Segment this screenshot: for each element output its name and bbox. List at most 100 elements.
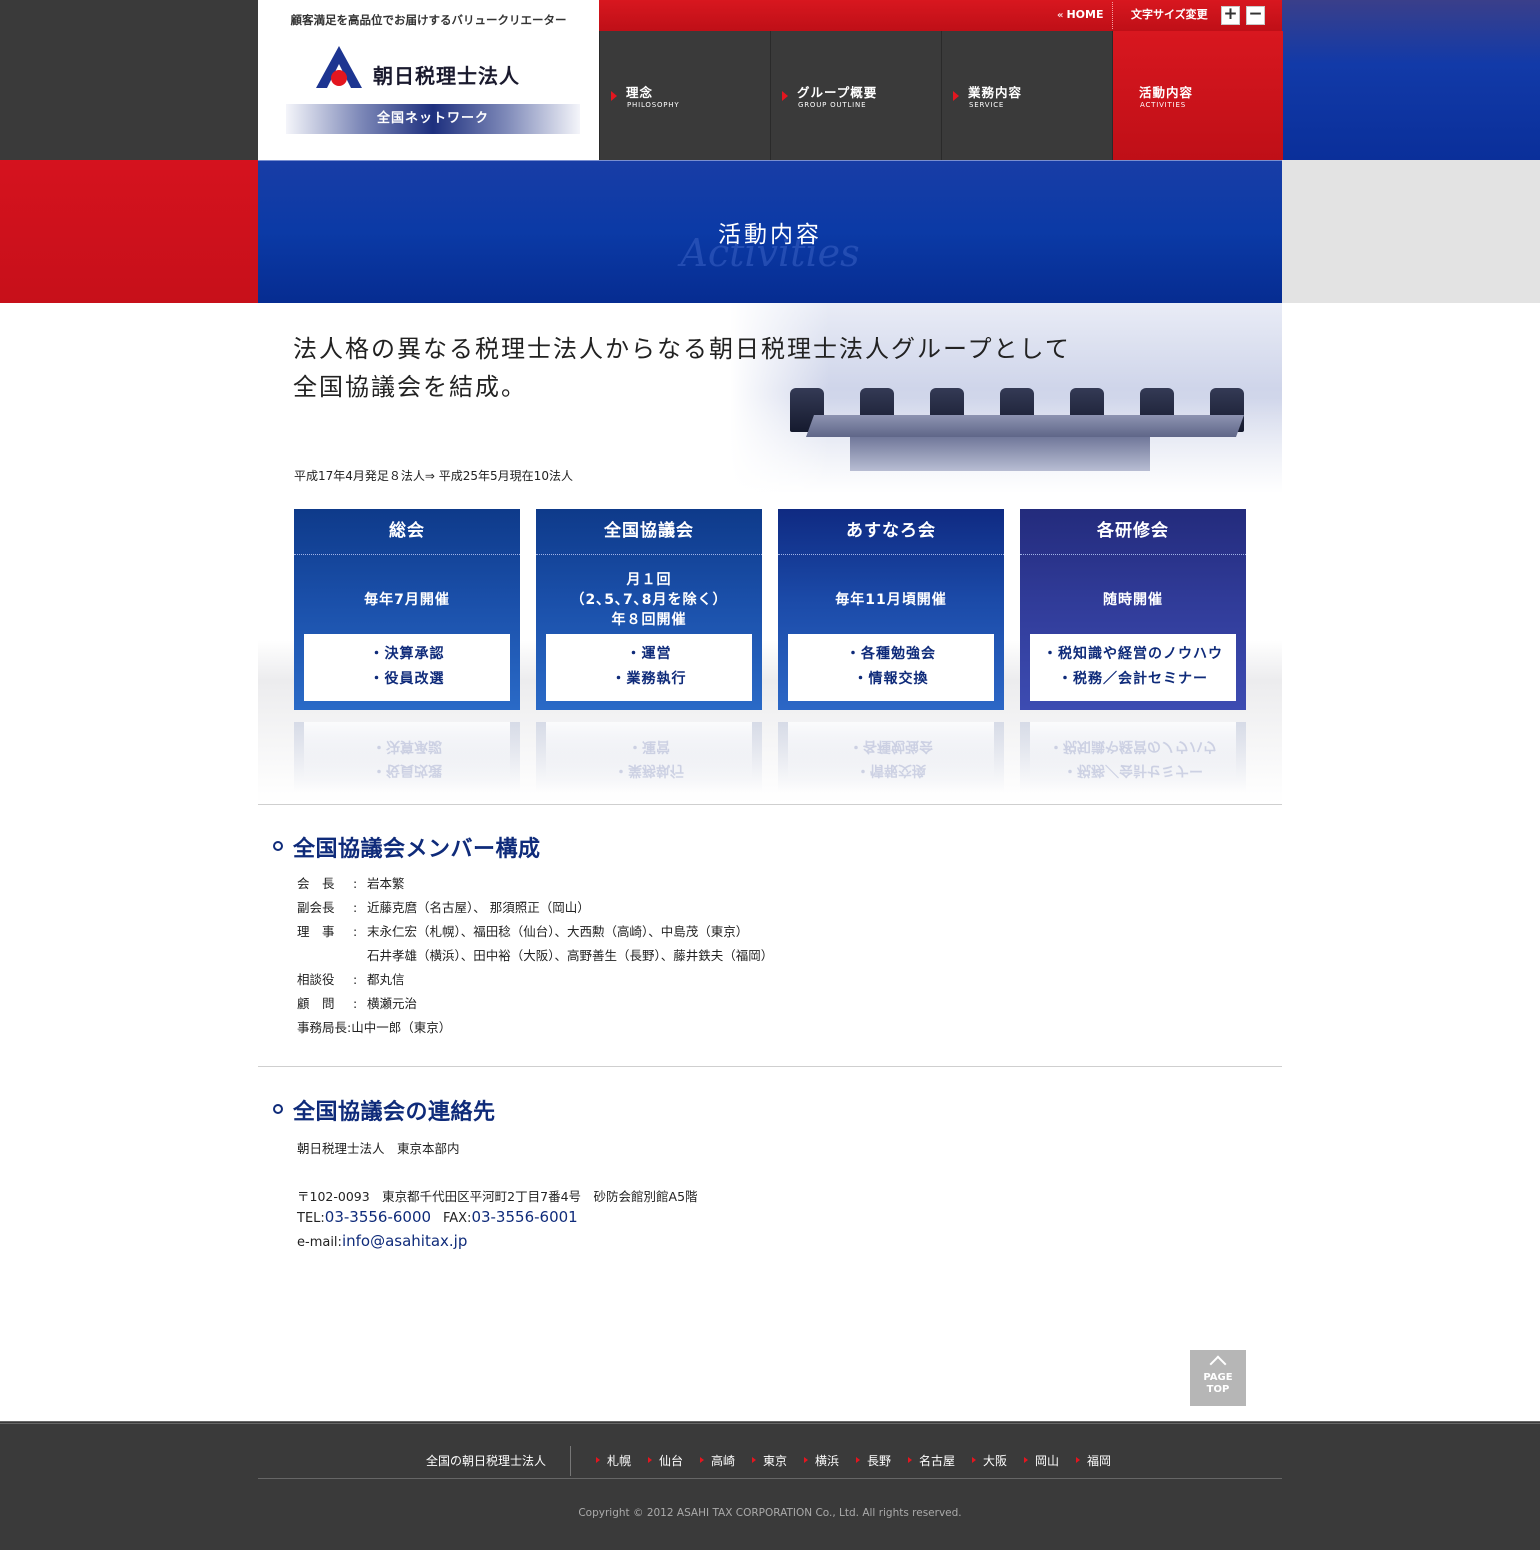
member-names: 山中一郎（東京）	[351, 1020, 452, 1035]
footer: 全国の朝日税理士法人 札幌 仙台 高崎 東京 横浜 長野 名古屋 大阪 岡山 福…	[0, 1421, 1540, 1550]
activity-block-asunaro: あすなろ会 毎年11月頃開催 ・各種勉強会 ・情報交換	[778, 509, 1004, 710]
intro-headline-line2: 全国協議会を結成。	[293, 373, 527, 401]
member-row: 石井孝雄（横浜）、田中裕（大阪）、高野善生（長野）、藤井鉄夫（福岡）	[297, 944, 773, 968]
member-role: 顧 問	[297, 996, 335, 1011]
block-schedule: 随時開催	[1103, 592, 1163, 608]
member-row: 副会長: 近藤克麿（名古屋）、 那須照正（岡山）	[297, 896, 590, 920]
member-names: 横瀬元治	[367, 996, 418, 1011]
footer-link-label: 札幌	[607, 1454, 632, 1468]
nav-item-activities[interactable]: 活動内容 ACTIVITIES	[1112, 31, 1283, 160]
nav-label: 理念	[626, 85, 654, 100]
email-link[interactable]: info@asahitax.jp	[342, 1232, 467, 1250]
block-reflection: ・税務／会計セミナー ・税知識や経営のノウハウ	[1020, 722, 1246, 792]
footer-link-label: 岡山	[1035, 1454, 1060, 1468]
reflection-text: ・税知識や経営のノウハウ	[1049, 738, 1217, 754]
section-divider	[258, 804, 1282, 805]
nav-item-group-outline[interactable]: グループ概要 GROUP OUTLINE	[770, 31, 941, 160]
nav-sublabel: ACTIVITIES	[1140, 101, 1186, 109]
block-schedule: 毎年7月開催	[364, 592, 450, 608]
circle-bullet-icon	[273, 1104, 283, 1114]
block-reflection: ・業務執行 ・運営	[536, 722, 762, 792]
network-label: 全国ネットワーク	[286, 104, 580, 134]
member-row: 理 事: 末永仁宏（札幌）、福田稔（仙台）、大西勲（高崎）、中島茂（東京）	[297, 920, 748, 944]
triangle-right-icon	[648, 1457, 652, 1463]
contact-email: e-mail:info@asahitax.jp	[297, 1232, 467, 1250]
footer-link-tokyo[interactable]: 東京	[752, 1452, 787, 1469]
activity-block-seminars: 各研修会 随時開催 ・税知識や経営のノウハウ ・税務／会計セミナー	[1020, 509, 1246, 710]
footer-link-nagoya[interactable]: 名古屋	[908, 1452, 955, 1469]
footer-link-sendai[interactable]: 仙台	[648, 1452, 683, 1469]
contact-phone: TEL:03-3556-6000 FAX:03-3556-6001	[297, 1208, 578, 1226]
font-size-label: 文字サイズ変更	[1131, 8, 1208, 21]
footer-link-takasaki[interactable]: 高崎	[700, 1452, 735, 1469]
block-item: ・業務執行	[611, 671, 687, 687]
triangle-right-icon	[1024, 1457, 1028, 1463]
activity-block-national-council: 全国協議会 月１回 （2､5､7､8月を除く） 年８回開催 ・運営 ・業務執行	[536, 509, 762, 710]
block-title: あすなろ会	[778, 509, 1004, 555]
block-reflection: ・情報交換 ・各種勉強会	[778, 722, 1004, 792]
triangle-right-icon	[804, 1457, 808, 1463]
home-link[interactable]: «HOME	[1051, 0, 1110, 31]
nav-sublabel: SERVICE	[969, 101, 1005, 109]
member-role: 事務局長	[297, 1020, 348, 1035]
triangle-right-icon	[611, 91, 617, 101]
footer-label: 全国の朝日税理士法人	[426, 1454, 547, 1468]
footer-link-nagano[interactable]: 長野	[856, 1452, 891, 1469]
block-item: ・運営	[626, 646, 672, 662]
footer-link-fukuoka[interactable]: 福岡	[1076, 1452, 1111, 1469]
triangle-right-icon	[596, 1457, 600, 1463]
block-item: ・税務／会計セミナー	[1058, 671, 1208, 687]
block-title: 全国協議会	[536, 509, 762, 555]
footer-link-label: 長野	[867, 1454, 892, 1468]
tel-label: TEL:	[297, 1211, 325, 1226]
logo-name: 朝日税理士法人	[373, 64, 520, 88]
member-row: 顧 問: 横瀬元治	[297, 992, 417, 1016]
right-gray-band	[1282, 160, 1540, 303]
footer-link-sapporo[interactable]: 札幌	[596, 1452, 631, 1469]
page-top-label: TOP	[1206, 1384, 1230, 1395]
chevron-up-icon	[1209, 1355, 1227, 1373]
nav-label: 業務内容	[968, 85, 1023, 100]
block-items: ・運営 ・業務執行	[546, 634, 752, 701]
contact-title: 全国協議会の連絡先	[293, 1100, 496, 1125]
member-role: 理 事	[297, 924, 335, 939]
footer-link-label: 名古屋	[919, 1454, 956, 1468]
block-reflection: ・役員改選 ・決算承認	[294, 722, 520, 792]
footer-link-label: 横浜	[815, 1454, 840, 1468]
contact-org: 朝日税理士法人 東京本部内	[297, 1141, 460, 1156]
footer-link-osaka[interactable]: 大阪	[972, 1452, 1007, 1469]
page-top-button[interactable]: PAGE TOP	[1190, 1350, 1246, 1406]
triangle-right-icon	[700, 1457, 704, 1463]
block-item: ・税知識や経営のノウハウ	[1043, 646, 1223, 662]
home-label: HOME	[1066, 8, 1104, 21]
left-dark-band	[0, 0, 258, 160]
page-title: 活動内容	[718, 222, 822, 248]
logo-mark-icon	[316, 46, 362, 88]
intro-headline: 法人格の異なる税理士法人からなる朝日税理士法人グループとして 全国協議会を結成。	[293, 330, 1071, 406]
section-divider	[258, 1066, 1282, 1067]
footer-divider	[258, 1478, 1282, 1479]
footer-link-label: 大阪	[983, 1454, 1008, 1468]
reflection-text: ・各種勉強会	[849, 738, 933, 754]
member-row: 会 長: 岩本繁	[297, 872, 405, 896]
font-size-increase-button[interactable]: +	[1221, 6, 1240, 25]
nav-label: グループ概要	[797, 85, 878, 100]
nav-item-philosophy[interactable]: 理念 PHILOSOPHY	[599, 31, 770, 160]
logo-area[interactable]: 顧客満足を高品位でお届けするバリュークリエーター 朝日税理士法人 全国ネットワー…	[258, 0, 599, 160]
member-role: 副会長	[297, 900, 335, 915]
font-size-decrease-button[interactable]: −	[1246, 6, 1265, 25]
block-item: ・役員改選	[369, 671, 445, 687]
footer-link-yokohama[interactable]: 横浜	[804, 1452, 839, 1469]
member-names: 末永仁宏（札幌）、福田稔（仙台）、大西勲（高崎）、中島茂（東京）	[367, 924, 749, 939]
reflection-text: ・業務執行	[614, 762, 684, 778]
footer-link-okayama[interactable]: 岡山	[1024, 1452, 1059, 1469]
history-text: 平成17年4月発足８法人⇒ 平成25年5月現在10法人	[294, 469, 573, 483]
circle-bullet-icon	[273, 841, 283, 851]
block-item: ・各種勉強会	[846, 646, 936, 662]
nav-item-service[interactable]: 業務内容 SERVICE	[941, 31, 1112, 160]
member-role: 会 長	[297, 876, 335, 891]
tel-number[interactable]: 03-3556-6000	[325, 1208, 431, 1226]
footer-link-label: 仙台	[659, 1454, 684, 1468]
block-item: ・決算承認	[369, 646, 445, 662]
triangle-right-icon	[752, 1457, 756, 1463]
